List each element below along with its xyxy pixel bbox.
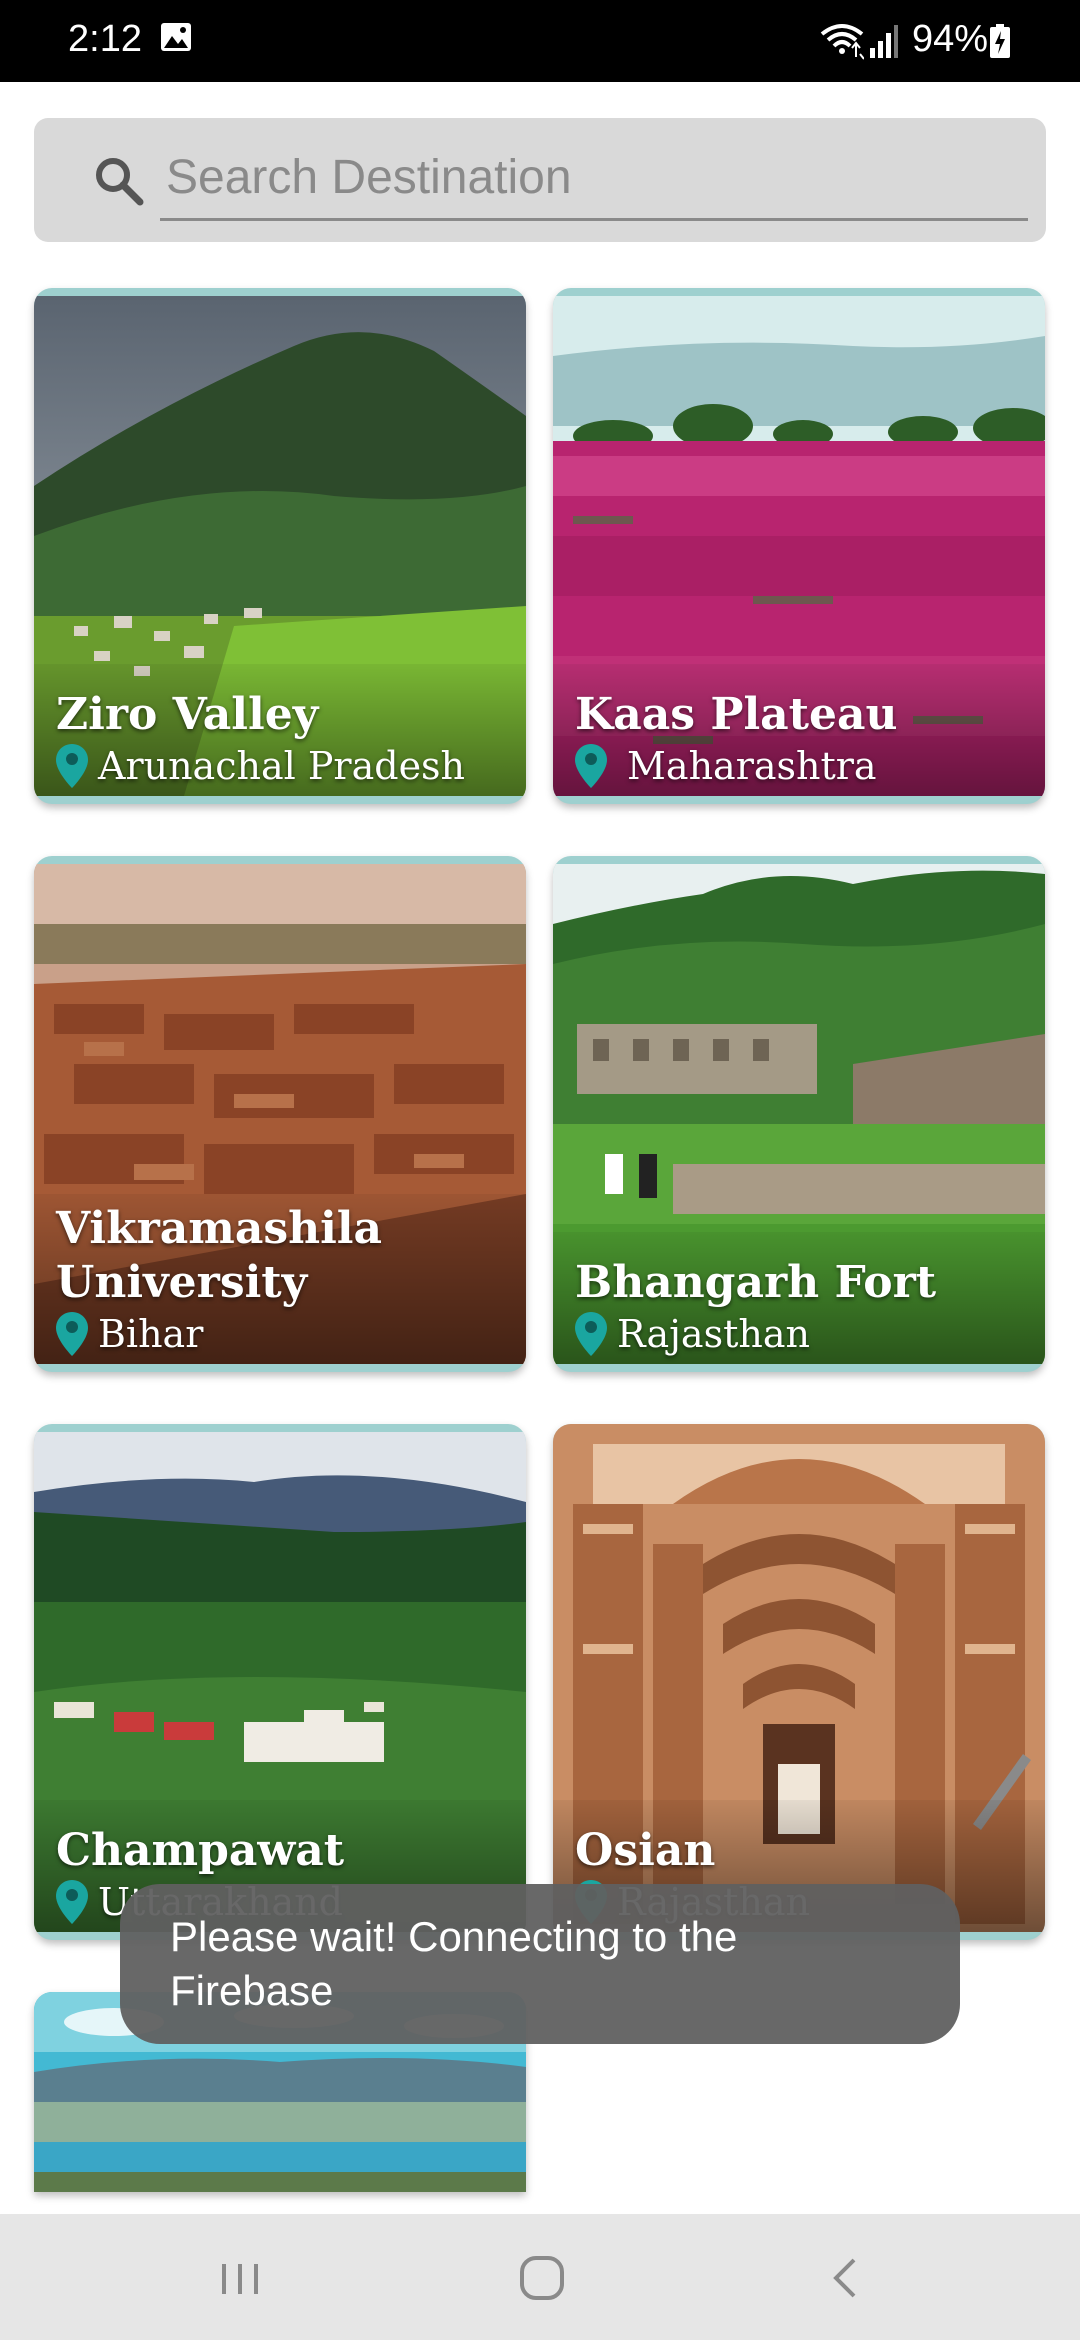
destination-card-bhangarh-fort[interactable]: Bhangarh Fort Rajasthan <box>553 856 1045 1372</box>
destination-name: Bhangarh Fort <box>575 1257 937 1308</box>
destination-card-vikramashila-university[interactable]: Vikramashila University Bihar <box>34 856 526 1372</box>
destination-name: Ziro Valley <box>56 689 319 740</box>
location-pin-icon <box>575 1312 607 1356</box>
destination-name: Kaas Plateau <box>575 689 898 740</box>
destination-state: Maharashtra <box>627 744 877 788</box>
search-underline <box>160 218 1028 221</box>
toast-message: Please wait! Connecting to the Firebase <box>120 1884 960 2044</box>
destination-name: Osian <box>575 1825 716 1876</box>
destination-state: Rajasthan <box>617 1312 810 1356</box>
battery-percentage: 94% <box>912 18 989 60</box>
destination-state: Bihar <box>98 1312 204 1356</box>
wifi-icon <box>820 24 864 60</box>
search-bar[interactable] <box>34 118 1046 242</box>
search-icon[interactable] <box>92 154 146 208</box>
recent-apps-icon[interactable] <box>210 2250 270 2306</box>
status-time: 2:12 <box>68 18 142 60</box>
search-input[interactable] <box>160 142 1026 212</box>
location-pin-icon <box>56 1880 88 1924</box>
gallery-icon <box>161 23 191 51</box>
destination-card-osian[interactable]: Osian Rajasthan <box>553 1424 1045 1940</box>
destination-card-kaas-plateau[interactable]: Kaas Plateau Maharashtra <box>553 288 1045 804</box>
signal-icon <box>870 25 898 58</box>
navigation-bar <box>0 2214 1080 2340</box>
back-icon[interactable] <box>816 2250 876 2306</box>
location-pin-icon <box>56 1312 88 1356</box>
destination-card-ziro-valley[interactable]: Ziro Valley Arunachal Pradesh <box>34 288 526 804</box>
status-bar: 2:12 94% <box>0 0 1080 82</box>
location-pin-icon <box>56 744 88 788</box>
destination-state: Arunachal Pradesh <box>98 744 466 788</box>
location-pin-icon <box>575 744 607 788</box>
home-icon[interactable] <box>512 2250 572 2306</box>
destination-name: Vikramashila University <box>56 1203 383 1308</box>
destination-card-champawat[interactable]: Champawat Uttarakhand <box>34 1424 526 1940</box>
destination-name: Champawat <box>56 1825 345 1876</box>
battery-icon <box>990 24 1010 58</box>
